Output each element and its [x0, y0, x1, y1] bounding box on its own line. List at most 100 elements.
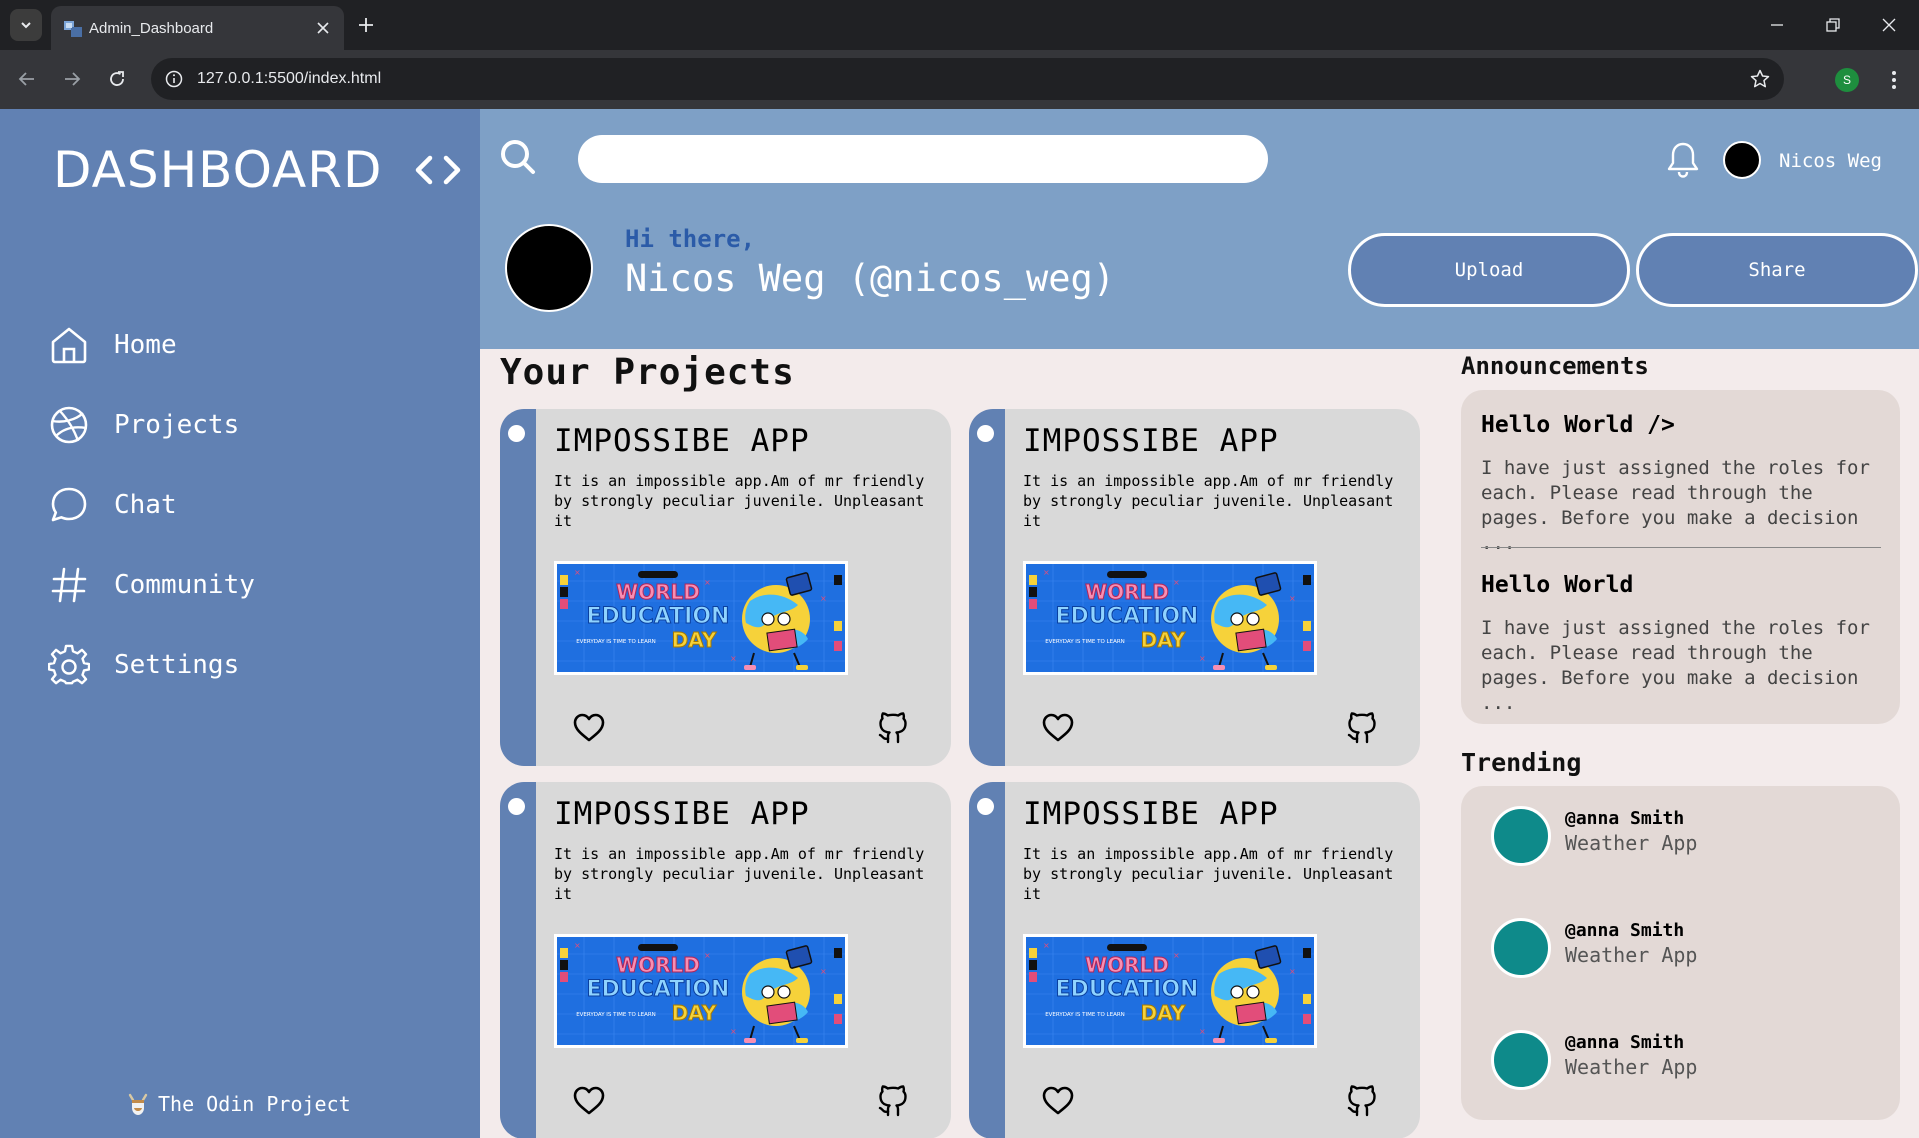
announcement-title: Hello World />	[1481, 412, 1675, 438]
arrow-right-icon	[65, 72, 81, 86]
site-info-icon[interactable]	[163, 68, 185, 90]
sidebar-item-settings[interactable]: Settings	[48, 625, 255, 705]
announcement-body: I have just assigned the roles for each.…	[1481, 457, 1870, 554]
heart-icon[interactable]	[1041, 1084, 1075, 1118]
brand-title: DASHBOARD	[53, 141, 383, 199]
trending-avatar	[1491, 806, 1551, 866]
project-description: It is an impossible app.Am of mr friendl…	[1023, 472, 1394, 530]
github-icon[interactable]	[876, 709, 910, 745]
announcement-item[interactable]: Hello World /> I have just assigned the …	[1481, 412, 1881, 556]
project-card[interactable]: IMPOSSIBE APP It is an impossible app.Am…	[500, 782, 951, 1138]
trending-user: @anna Smith	[1565, 808, 1685, 829]
trending-app: Weather App	[1565, 943, 1698, 967]
svg-text:×: ×	[574, 568, 581, 577]
announcement-divider	[1481, 547, 1881, 548]
bell-icon[interactable]	[1665, 141, 1701, 179]
header-user-name[interactable]: Nicos Weg	[1779, 150, 1882, 172]
banner-line3: DAY	[672, 628, 717, 652]
browser-menu-button[interactable]	[1880, 66, 1908, 94]
header: Nicos Weg Hi there, Nicos Weg (@nicos_we…	[480, 109, 1919, 349]
trending-avatar	[1491, 1030, 1551, 1090]
project-card[interactable]: IMPOSSIBE APP It is an impossible app.Am…	[969, 782, 1420, 1138]
svg-text:×: ×	[730, 654, 737, 663]
back-button[interactable]	[12, 64, 42, 94]
chevron-down-icon	[21, 22, 31, 29]
github-icon[interactable]	[1345, 1082, 1379, 1118]
share-button[interactable]: Share	[1636, 233, 1918, 307]
project-banner-image: WORLD EDUCATION DAY EVERYDAY IS TIME TO …	[1023, 934, 1317, 1048]
heart-icon[interactable]	[572, 1084, 606, 1118]
announcement-item[interactable]: Hello World I have just assigned the rol…	[1481, 572, 1881, 716]
browser-tab-bar: Admin_Dashboard	[0, 0, 1919, 50]
trending-item[interactable]: @anna Smith Weather App	[1491, 904, 1697, 978]
chat-bubble-icon	[51, 487, 87, 522]
search-icon[interactable]	[498, 137, 538, 177]
trending-panel: @anna Smith Weather App @anna Smith Weat…	[1461, 786, 1900, 1120]
bookmark-star-button[interactable]	[1748, 67, 1772, 91]
trending-app: Weather App	[1565, 831, 1698, 855]
tab-search-button[interactable]	[10, 9, 42, 41]
sidebar-item-projects[interactable]: Projects	[48, 385, 255, 465]
svg-text:×: ×	[730, 1027, 737, 1036]
address-bar[interactable]: 127.0.0.1:5500/index.html	[151, 58, 1784, 100]
banner-line1: WORLD	[1085, 953, 1169, 977]
card-status-dot	[508, 798, 525, 815]
project-description: It is an impossible app.Am of mr friendl…	[554, 472, 925, 530]
announcement-title: Hello World	[1481, 572, 1634, 598]
svg-text:×: ×	[1173, 578, 1180, 587]
new-tab-button[interactable]	[352, 11, 380, 39]
svg-text:×: ×	[1199, 1027, 1206, 1036]
svg-text:×: ×	[820, 967, 827, 976]
forward-button[interactable]	[57, 64, 87, 94]
search-input[interactable]	[578, 135, 1268, 183]
user-avatar[interactable]	[1723, 141, 1761, 179]
sidebar-item-label: Settings	[114, 650, 240, 680]
trending-item[interactable]: @anna Smith Weather App	[1491, 792, 1697, 866]
window-close-button[interactable]	[1874, 10, 1904, 40]
reload-icon	[110, 71, 124, 86]
trending-item[interactable]: @anna Smith Weather App	[1491, 1016, 1697, 1090]
projects-title: Your Projects	[500, 352, 795, 393]
sidebar-item-community[interactable]: Community	[48, 545, 255, 625]
banner-line1: WORLD	[616, 580, 700, 604]
profile-avatar	[505, 224, 593, 312]
minimize-button[interactable]	[1762, 10, 1792, 40]
svg-text:×: ×	[574, 941, 581, 950]
browser-profile-avatar[interactable]: S	[1835, 68, 1859, 92]
sidebar-item-label: Home	[114, 330, 177, 360]
svg-text:×: ×	[1043, 941, 1050, 950]
browser-tab[interactable]: Admin_Dashboard	[51, 6, 344, 50]
sidebar-item-chat[interactable]: Chat	[48, 465, 255, 545]
project-title: IMPOSSIBE APP	[1023, 423, 1279, 459]
heart-icon[interactable]	[1041, 711, 1075, 745]
project-card[interactable]: IMPOSSIBE APP It is an impossible app.Am…	[500, 409, 951, 766]
upload-button[interactable]: Upload	[1348, 233, 1630, 307]
project-description: It is an impossible app.Am of mr friendl…	[1023, 845, 1394, 903]
code-brackets-icon[interactable]	[415, 152, 461, 188]
project-banner-image: WORLD EDUCATION DAY EVERYDAY IS TIME TO …	[554, 561, 848, 675]
greeting-text: Hi there,	[625, 225, 756, 253]
reload-button[interactable]	[102, 64, 132, 94]
brand: DASHBOARD	[53, 141, 461, 199]
dribbble-icon	[50, 406, 88, 444]
github-icon[interactable]	[1345, 709, 1379, 745]
sidebar-item-home[interactable]: Home	[48, 305, 255, 385]
odin-project-link[interactable]: The Odin Project	[126, 1091, 351, 1117]
banner-line2: EDUCATION	[1056, 977, 1199, 1002]
project-card[interactable]: IMPOSSIBE APP It is an impossible app.Am…	[969, 409, 1420, 766]
sidebar-item-label: Community	[114, 570, 255, 600]
minimize-icon	[1771, 24, 1783, 26]
project-title: IMPOSSIBE APP	[554, 423, 810, 459]
banner-tagline: EVERYDAY IS TIME TO LEARN	[1045, 639, 1125, 645]
heart-icon[interactable]	[572, 711, 606, 745]
project-banner-image: WORLD EDUCATION DAY EVERYDAY IS TIME TO …	[1023, 561, 1317, 675]
card-status-dot	[508, 425, 525, 442]
tab-close-button[interactable]	[312, 17, 334, 39]
github-icon[interactable]	[876, 1082, 910, 1118]
trending-user: @anna Smith	[1565, 1032, 1685, 1053]
tab-title: Admin_Dashboard	[89, 20, 214, 37]
sidebar-item-label: Chat	[114, 490, 177, 520]
project-title: IMPOSSIBE APP	[1023, 796, 1279, 832]
restore-button[interactable]	[1818, 10, 1848, 40]
card-status-dot	[977, 425, 994, 442]
